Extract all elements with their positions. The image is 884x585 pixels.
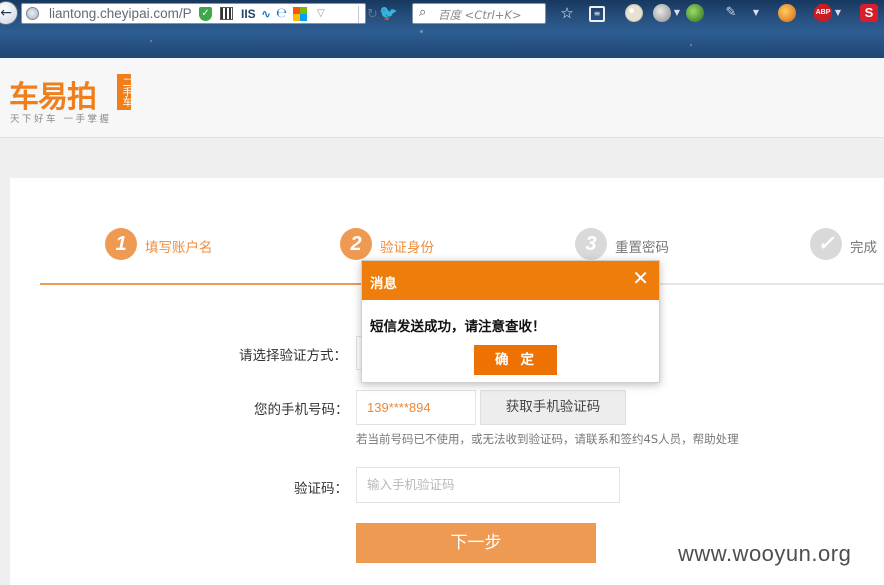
message-dialog: 消息 ✕ 短信发送成功，请注意查收！ 确定 xyxy=(361,260,660,383)
step-label: 填写账户名 xyxy=(145,240,213,256)
search-bar[interactable]: ⌕ 百度 <Ctrl+K> xyxy=(412,3,546,24)
reader-icon[interactable]: ≡ xyxy=(589,6,605,22)
windows-icon[interactable] xyxy=(293,7,307,21)
browser-toolbar: ← liantong.cheyipai.com/P ✓ IIS ∿ ℮ ▽ ↻ … xyxy=(0,0,884,58)
verification-code-field[interactable]: 输入手机验证码 xyxy=(356,467,620,503)
step-number: 2 xyxy=(340,228,372,260)
toolbar-sparkle xyxy=(690,44,692,46)
dropdown-icon[interactable]: ▽ xyxy=(317,7,325,21)
url-text[interactable]: liantong.cheyipai.com/P xyxy=(49,6,192,21)
bird-icon[interactable]: 🐦 xyxy=(379,5,401,21)
phone-hint: 若当前号码已不使用，或无法收到验证码，请联系和签约4S人员，帮助处理 xyxy=(356,432,739,446)
chevron-down-icon[interactable]: ▼ xyxy=(752,4,760,22)
search-icon: ⌕ xyxy=(419,5,427,20)
chevron-down-icon[interactable]: ▼ xyxy=(834,4,842,22)
dialog-message: 短信发送成功，请注意查收！ xyxy=(370,319,546,335)
phone-field[interactable]: 139****894 xyxy=(356,390,476,425)
ie-icon[interactable]: ℮ xyxy=(276,7,287,21)
watermark: www.wooyun.org xyxy=(678,541,852,566)
dialog-title: 消息 xyxy=(370,276,397,292)
addon-icon[interactable] xyxy=(653,4,671,22)
step-label: 完成 xyxy=(850,240,877,256)
step-label: 验证身份 xyxy=(380,240,434,256)
logo-slogan: 天下好车 一手掌握 xyxy=(10,114,112,125)
step-label: 重置密码 xyxy=(615,240,669,256)
code-label: 验证码： xyxy=(294,481,348,497)
star-icon[interactable]: ☆ xyxy=(558,4,576,22)
wave-icon[interactable]: ∿ xyxy=(261,7,271,21)
search-placeholder[interactable]: 百度 <Ctrl+K> xyxy=(438,7,522,23)
phone-label: 您的手机号码： xyxy=(254,402,349,418)
tool-icon[interactable]: ✎ xyxy=(722,4,740,22)
shield-icon[interactable]: ✓ xyxy=(199,7,212,21)
close-icon[interactable]: ✕ xyxy=(632,266,649,290)
logo[interactable]: 车易拍 xyxy=(9,72,97,116)
palette-icon[interactable] xyxy=(625,4,643,22)
get-code-button[interactable]: 获取手机验证码 xyxy=(480,390,626,425)
check-icon: ✓ xyxy=(810,228,842,260)
chevron-down-icon[interactable]: ▼ xyxy=(673,4,681,22)
s-icon[interactable]: S xyxy=(860,4,878,22)
qr-icon[interactable] xyxy=(220,7,233,20)
method-label: 请选择验证方式： xyxy=(239,348,347,364)
toolbar-sparkle xyxy=(420,30,423,33)
back-icon[interactable]: ← xyxy=(0,1,18,25)
confirm-button[interactable]: 确定 xyxy=(474,345,557,375)
address-bar[interactable]: liantong.cheyipai.com/P ✓ IIS ∿ ℮ ▽ ↻ xyxy=(21,3,378,24)
fox-icon[interactable] xyxy=(778,4,796,22)
logo-badge: 二手车 xyxy=(117,74,131,110)
step-number: 3 xyxy=(575,228,607,260)
dialog-header: 消息 ✕ xyxy=(362,261,659,300)
green-icon[interactable] xyxy=(686,4,704,22)
site-header: 车易拍 二手车 天下好车 一手掌握 xyxy=(0,58,884,138)
abp-icon[interactable]: ABP xyxy=(814,4,832,22)
globe-icon xyxy=(26,7,39,20)
iis-icon[interactable]: IIS xyxy=(241,7,256,21)
next-step-button[interactable]: 下一步 xyxy=(356,523,596,563)
step-number: 1 xyxy=(105,228,137,260)
toolbar-sparkle xyxy=(150,40,152,42)
